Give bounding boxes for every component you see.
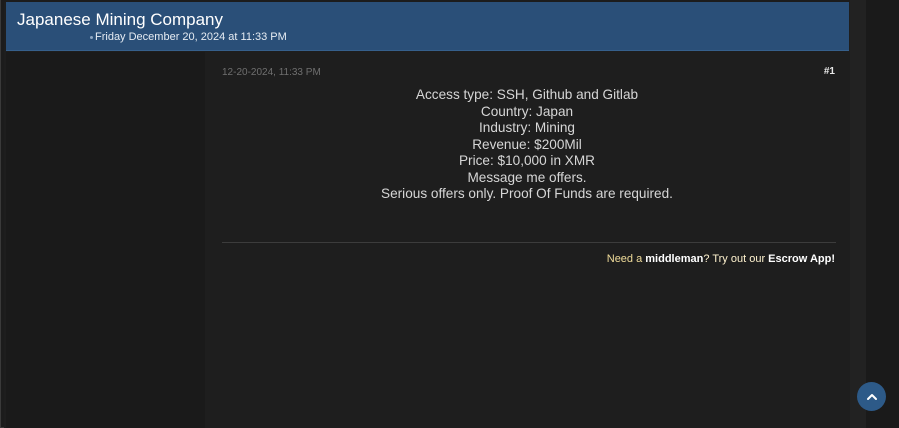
thread-header: Japanese Mining Company Friday December … [6, 2, 849, 51]
post-line-country: Country: Japan [480, 103, 574, 119]
escrow-app-link[interactable]: Escrow App! [768, 253, 835, 265]
post-line-contact: Message me offers. [467, 169, 587, 185]
signature: Need a middleman? Try out our Escrow App… [607, 253, 835, 265]
post-line-terms: Serious offers only. Proof Of Funds are … [381, 186, 673, 201]
post-author-sidebar [6, 52, 205, 428]
post-line-price: Price: $10,000 in XMR [458, 153, 595, 168]
post-line-access: Access type: SSH, Github and Gitlab [415, 87, 639, 102]
post-line-industry: Industry: Mining [479, 120, 575, 135]
page-frame: Japanese Mining Company Friday December … [0, 0, 899, 428]
signature-middle: ? Try out our [703, 253, 769, 265]
signature-prefix: Need a [606, 253, 646, 265]
scroll-to-top-button[interactable] [857, 382, 886, 411]
post-body: Access type: SSH, Github and Gitlab Coun… [205, 87, 849, 203]
thread-title: Japanese Mining Company [17, 10, 224, 29]
post-date: 12-20-2024, 11:33 PM [222, 67, 321, 78]
post-line-revenue: Revenue: $200Mil [472, 136, 582, 152]
middleman-link[interactable]: middleman [645, 253, 703, 265]
outer-background [866, 0, 899, 428]
thread-date: Friday December 20, 2024 at 11:33 PM [90, 31, 287, 43]
right-gutter [850, 0, 866, 428]
chevron-up-icon [866, 393, 877, 400]
post: 12-20-2024, 11:33 PM #1 Access type: SSH… [205, 52, 849, 282]
signature-divider [222, 242, 836, 243]
post-number-link[interactable]: #1 [824, 66, 835, 77]
